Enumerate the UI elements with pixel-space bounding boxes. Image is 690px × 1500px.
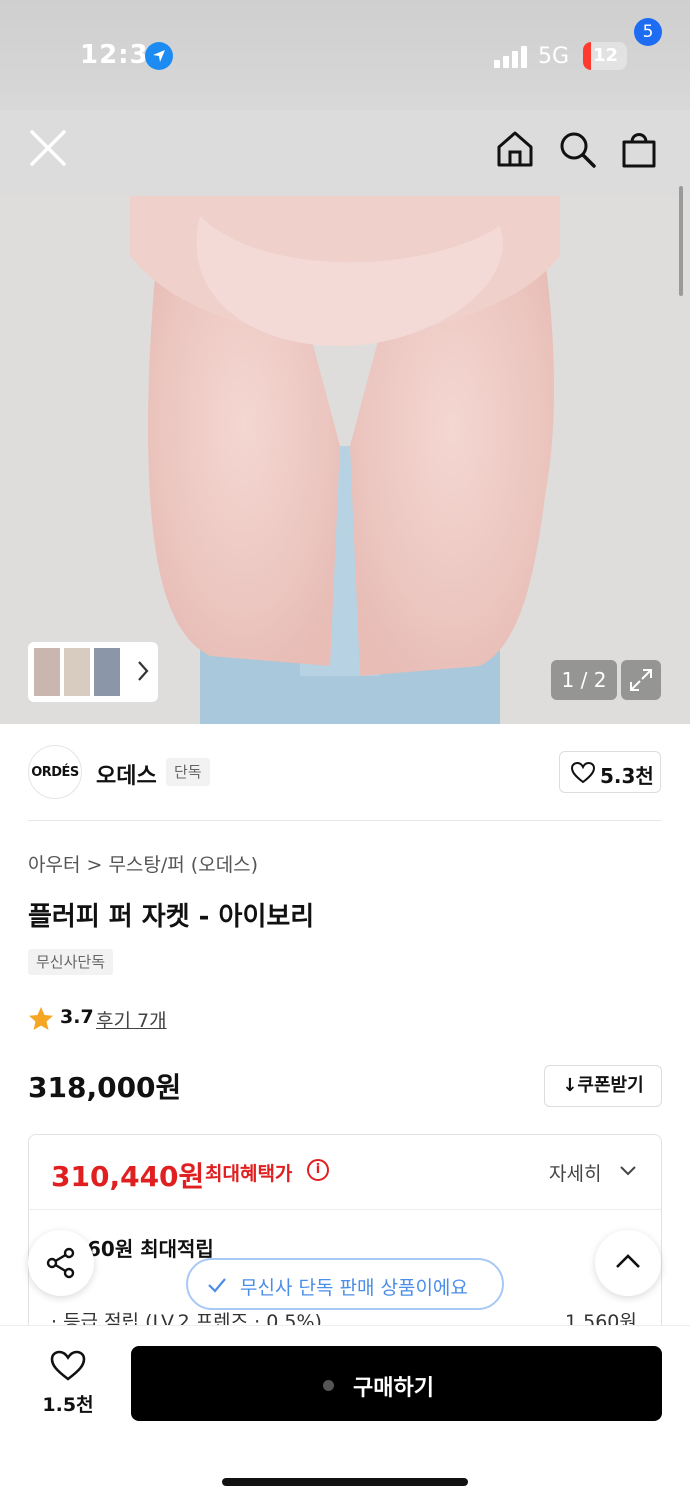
exclusive-notice-pill: 무신사 단독 판매 상품이에요 (186, 1258, 504, 1310)
image-counter: 1 / 2 (551, 660, 617, 700)
benefit-card: 310,440원 최대혜택가 i 자세히 60원 최대적립 · 등급 적립 (L… (28, 1134, 662, 1344)
scroll-top-button[interactable] (595, 1230, 661, 1296)
status-bar: 12:35 5G 12 (0, 0, 690, 110)
wishlist-count: 1.5천 (42, 1394, 94, 1416)
share-button[interactable] (28, 1230, 94, 1296)
info-icon[interactable]: i (307, 1159, 329, 1181)
breadcrumb[interactable]: 아우터 > 무스탕/퍼 (오데스) (28, 850, 258, 877)
points-total: 60원 최대적립 (87, 1237, 214, 1261)
thumbnail-1[interactable] (34, 648, 60, 696)
product-price: 318,000원 (28, 1071, 182, 1104)
share-icon (46, 1247, 75, 1279)
thumbnail-2[interactable] (64, 648, 90, 696)
brand-tag: 단독 (166, 758, 210, 786)
search-icon[interactable] (556, 128, 598, 170)
close-icon[interactable] (26, 126, 70, 170)
top-nav-bar (0, 110, 690, 196)
bottom-action-bar: 1.5천 구매하기 (0, 1325, 690, 1500)
location-arrow-icon (145, 42, 173, 70)
exclusive-tag: 무신사단독 (28, 949, 114, 975)
check-icon (208, 1278, 226, 1293)
cart-count-badge: 5 (634, 18, 662, 46)
wishlist-button[interactable]: 1.5천 (28, 1346, 108, 1426)
coupon-button[interactable]: ↓쿠폰받기 (544, 1065, 662, 1107)
network-label: 5G (538, 44, 570, 69)
divider (28, 820, 662, 821)
product-detail-screen: 12:35 5G 12 5 1 / 2 ORDÉS 오데스 단독 5.3천 아우… (0, 0, 690, 1500)
heart-icon (571, 762, 595, 784)
heart-icon (50, 1350, 86, 1381)
brand-like-count: 5.3천 (600, 764, 654, 788)
coupon-label: 쿠폰받기 (577, 1075, 644, 1096)
chevron-right-icon[interactable] (136, 659, 150, 683)
review-link[interactable]: 후기 7개 (96, 1006, 167, 1033)
brand-logo[interactable]: ORDÉS (28, 745, 82, 799)
download-icon: ↓ (562, 1075, 578, 1096)
home-icon[interactable] (494, 128, 536, 170)
exclusive-notice-text: 무신사 단독 판매 상품이에요 (240, 1277, 468, 1299)
brand-like-button[interactable]: 5.3천 (559, 751, 661, 793)
loading-dot (323, 1380, 334, 1391)
expand-button[interactable] (621, 660, 661, 700)
home-indicator[interactable] (222, 1478, 468, 1486)
max-benefit-label: 최대혜택가 (205, 1163, 293, 1185)
battery-level: 12 (593, 45, 619, 66)
detail-link[interactable]: 자세히 (549, 1159, 601, 1186)
buy-button[interactable]: 구매하기 (131, 1346, 662, 1421)
thumbnail-strip[interactable] (28, 642, 158, 702)
chevron-up-icon (616, 1254, 640, 1268)
card-divider (29, 1209, 661, 1210)
cart-icon[interactable] (618, 128, 660, 170)
product-title: 플러피 퍼 자켓 - 아이보리 (28, 902, 315, 932)
thumbnail-3[interactable] (94, 648, 120, 696)
battery-icon: 12 (583, 42, 627, 70)
signal-icon (494, 46, 527, 68)
expand-icon (630, 669, 652, 691)
brand-name[interactable]: 오데스 (96, 758, 157, 790)
rating-value: 3.7 (60, 1006, 94, 1028)
chevron-down-icon[interactable] (619, 1165, 637, 1177)
buy-label: 구매하기 (353, 1376, 434, 1401)
scroll-indicator (679, 186, 683, 296)
max-benefit-price: 310,440원 (51, 1160, 205, 1193)
star-icon (29, 1007, 53, 1030)
